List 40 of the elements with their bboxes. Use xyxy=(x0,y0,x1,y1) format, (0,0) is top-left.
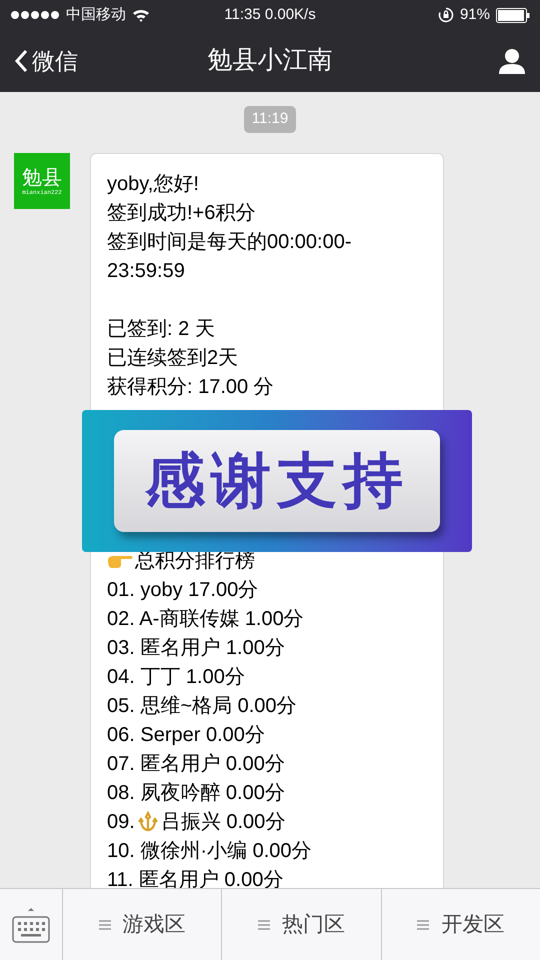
rank-number: 09. xyxy=(107,810,135,834)
menu-icon xyxy=(258,920,270,930)
keyboard-icon[interactable] xyxy=(12,906,50,942)
message-line: 07. 匿名用户 0.00分 xyxy=(107,752,285,776)
message-line: 获得积分: 17.00 分 xyxy=(107,374,274,400)
rotation-lock-icon xyxy=(438,7,454,23)
back-button[interactable]: 微信 xyxy=(14,44,78,78)
menu-tab[interactable]: 开发区 xyxy=(382,889,540,960)
menu-icon xyxy=(98,920,111,930)
message-line: 10. 微徐州·小编 0.00分 xyxy=(107,838,312,864)
emblem-icon xyxy=(136,811,159,833)
message-line: 签到成功!+6积分 xyxy=(107,200,256,226)
message-line: 05. 思维~格局 0.00分 xyxy=(107,694,297,718)
profile-icon[interactable] xyxy=(498,48,526,74)
message-line: 已签到: 2 天 xyxy=(107,316,215,342)
message-line: 03. 匿名用户 1.00分 xyxy=(107,636,285,660)
timestamp: 11:19 xyxy=(244,106,296,132)
message-line: 签到时间是每天的00:00:00-23:59:59 xyxy=(107,230,353,284)
message-line: 02. A-商联传媒 1.00分 xyxy=(107,606,304,632)
message-line: yoby,您好! xyxy=(107,172,199,196)
pointing-hand-icon xyxy=(107,553,133,569)
battery-icon xyxy=(496,8,530,22)
carrier-name: 中国移动 xyxy=(66,4,126,25)
battery-percent: 91% xyxy=(460,4,490,25)
message-line: 08. 夙夜吟醉 0.00分 xyxy=(107,780,285,806)
menu-tab[interactable]: 热门区 xyxy=(222,889,382,960)
wifi-icon xyxy=(132,8,150,22)
status-time: 11:35 0.00K/s xyxy=(224,6,316,23)
message-line: 11. 匿名用户 0.00分 xyxy=(107,868,284,888)
message-line: 06. Serper 0.00分 xyxy=(107,722,265,748)
message-line: 已连续签到2天 xyxy=(107,346,238,370)
chat-title: 勉县小江南 xyxy=(208,45,332,76)
menu-tab[interactable]: 游戏区 xyxy=(63,889,222,960)
menu-icon xyxy=(417,920,430,930)
banner-image: 感谢支持 xyxy=(82,410,472,552)
message-line: 04. 丁丁 1.00分 xyxy=(107,664,245,690)
back-chevron-icon xyxy=(14,49,28,73)
signal-icon xyxy=(10,10,60,20)
message-line: 吕振兴 0.00分 xyxy=(160,810,286,834)
message-line: 01. yoby 17.00分 xyxy=(107,578,258,602)
